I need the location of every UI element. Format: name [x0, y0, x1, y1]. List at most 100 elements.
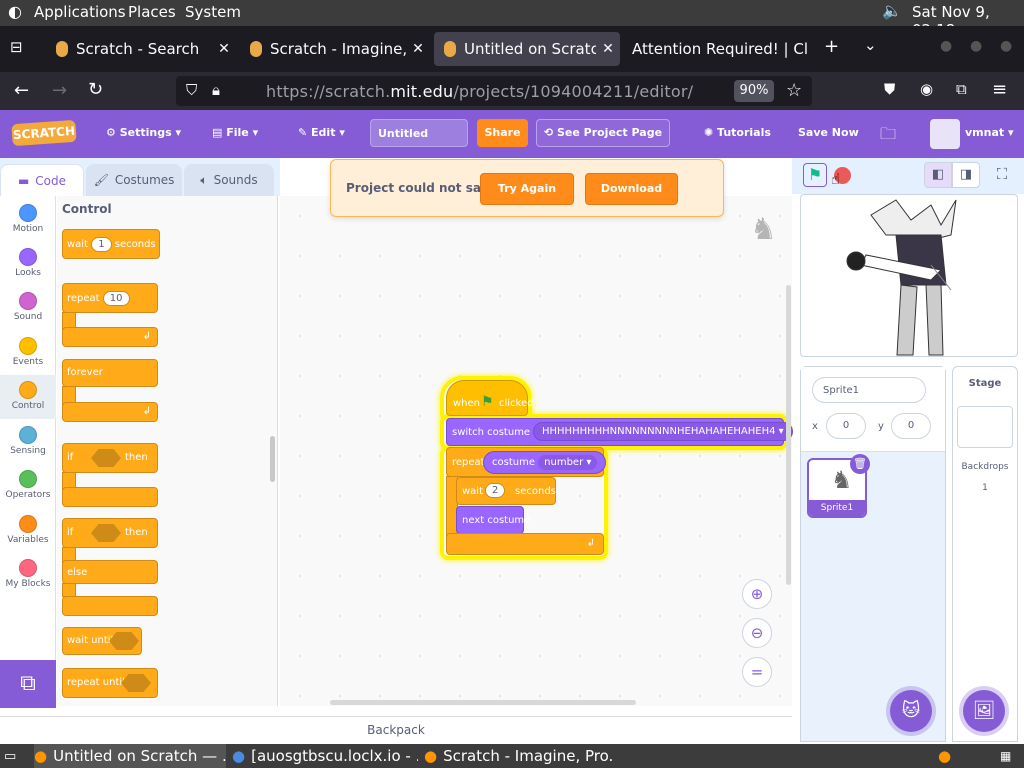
zoom-reset-button[interactable]: = [742, 657, 772, 687]
distro-logo-icon[interactable]: ◐ [8, 2, 22, 21]
save-now-button[interactable]: Save Now [798, 126, 859, 139]
reload-icon[interactable]: ↻ [88, 79, 103, 100]
tab-code[interactable]: ▬ Code [0, 164, 84, 196]
see-project-page-button[interactable]: ⟲ See Project Page [536, 119, 670, 147]
if-then-block[interactable]: if then [62, 443, 158, 473]
choose-backdrop-button[interactable]: 🖼︎ [963, 690, 1005, 732]
tab-list-chevron-icon[interactable]: ⌄ [864, 36, 877, 54]
volume-icon[interactable]: 🔈 [882, 1, 902, 20]
wait-until-block[interactable]: wait until [62, 627, 142, 655]
category-motion[interactable]: Motion [0, 198, 56, 242]
wait-seconds-block[interactable]: wait 2 seconds [456, 477, 556, 505]
close-window-icon[interactable]: ● [1000, 38, 1012, 54]
project-title-input[interactable]: Untitled [370, 119, 468, 147]
browser-tab[interactable]: Attention Required! | Cl [622, 32, 812, 66]
next-costume-block[interactable]: next costume [456, 506, 530, 534]
add-extension-button[interactable]: ⧉ [0, 660, 56, 708]
avatar[interactable] [930, 119, 960, 149]
choose-sprite-button[interactable]: 🐱︎ [890, 690, 932, 732]
settings-menu[interactable]: ⚙ Settings ▾ [106, 126, 181, 139]
share-button[interactable]: Share [477, 119, 528, 147]
taskbar-item[interactable]: ● [auosgtbscu.loclx.io - ... [232, 744, 418, 768]
firefox-tray-icon[interactable]: ● [938, 744, 958, 768]
account-icon[interactable]: ◉ [920, 80, 933, 98]
account-menu[interactable]: vmnat ▾ [965, 126, 1014, 139]
tab-sounds[interactable]: 🔈︎ Sounds [184, 164, 274, 196]
wait-seconds-block[interactable]: wait 1 seconds [62, 229, 160, 259]
shield-icon[interactable]: ⛉ [186, 81, 197, 99]
back-icon[interactable]: ← [14, 80, 29, 101]
boolean-slot[interactable] [91, 524, 121, 542]
stage-canvas[interactable] [800, 194, 1018, 357]
category-events[interactable]: Events [0, 331, 56, 375]
my-stuff-folder-icon[interactable]: 🗀 [880, 123, 896, 150]
sprite-name-input[interactable]: Sprite1 [812, 377, 926, 403]
category-sensing[interactable]: Sensing [0, 420, 56, 464]
edit-menu[interactable]: ✎ Edit ▾ [298, 126, 345, 139]
reporter-field-dropdown[interactable]: number ▾ [538, 455, 598, 470]
workspace-vertical-scrollbar[interactable] [786, 285, 791, 585]
file-menu[interactable]: ▤ File ▾ [212, 126, 258, 139]
repeat-block[interactable]: repeat costume number ▾ [446, 447, 607, 477]
url-text[interactable]: https://scratch.mit.edu/projects/1094004… [266, 82, 693, 101]
browser-tab-active[interactable]: Untitled on Scratch ✕ [434, 32, 620, 66]
block-input[interactable]: 1 [91, 237, 112, 252]
pocket-icon[interactable]: ⛊ [884, 80, 895, 98]
minimize-window-icon[interactable]: ● [940, 38, 952, 54]
boolean-slot[interactable] [91, 449, 121, 467]
palette-scrollbar[interactable] [270, 436, 275, 482]
browser-tab[interactable]: Scratch - Imagine, Pr ✕ [240, 32, 430, 66]
close-tab-icon[interactable]: ✕ [406, 41, 430, 57]
maximize-window-icon[interactable]: ● [970, 38, 982, 54]
places-menu[interactable]: Places [128, 3, 176, 21]
if-else-block[interactable]: if then [62, 518, 158, 548]
delete-sprite-button[interactable]: 🗑︎ [850, 454, 870, 474]
bookmark-star-icon[interactable]: ☆ [786, 80, 802, 101]
backdrop-thumbnail[interactable] [957, 406, 1013, 448]
browser-tab[interactable]: Scratch - Search ✕ [46, 32, 236, 66]
boolean-slot[interactable] [109, 632, 139, 650]
try-again-button[interactable]: Try Again [480, 173, 574, 205]
category-operators[interactable]: Operators [0, 464, 56, 508]
workspace-horizontal-scrollbar[interactable] [330, 700, 636, 705]
category-my-blocks[interactable]: My Blocks [0, 553, 56, 597]
close-tab-icon[interactable]: ✕ [212, 41, 236, 57]
download-button[interactable]: Download [585, 173, 678, 205]
zoom-in-button[interactable]: ⊕ [742, 579, 772, 609]
large-stage-button[interactable]: ◨ [952, 162, 980, 188]
x-position-input[interactable]: 0 [826, 413, 866, 439]
category-sound[interactable]: Sound [0, 286, 56, 330]
applications-menu[interactable]: Applications [34, 3, 126, 21]
boolean-slot[interactable] [121, 674, 151, 692]
tutorials-button[interactable]: ✺ Tutorials [704, 126, 771, 139]
hamburger-menu-icon[interactable]: ≡ [992, 79, 1007, 100]
lock-icon[interactable]: 🔒︎ [212, 81, 220, 99]
new-tab-icon[interactable]: + [824, 36, 839, 57]
zoom-out-button[interactable]: ⊖ [742, 618, 772, 648]
backpack-bar[interactable]: Backpack [0, 716, 792, 744]
workspace-switcher-icon[interactable]: ▦ [1000, 744, 1020, 768]
costume-number-reporter[interactable]: costume number ▾ [483, 451, 607, 474]
taskbar-item[interactable]: ● Untitled on Scratch — ... [34, 744, 226, 768]
repeat-block[interactable]: repeat 10 [62, 283, 158, 313]
system-menu[interactable]: System [185, 3, 241, 21]
fullscreen-button[interactable]: ⛶ [988, 162, 1016, 188]
scratch-logo[interactable]: SCRATCH [11, 119, 77, 147]
repeat-until-block[interactable]: repeat until [62, 668, 158, 698]
block-input[interactable]: 2 [485, 483, 506, 498]
y-position-input[interactable]: 0 [891, 413, 931, 439]
tab-costumes[interactable]: 🖌︎ Costumes [86, 164, 182, 196]
green-flag-button[interactable]: ⚑ [803, 163, 827, 187]
block-input[interactable]: 10 [102, 291, 130, 306]
forward-icon[interactable]: → [52, 80, 67, 101]
switch-costume-block[interactable]: switch costume to HHHHHHHHHNNNNNNNNNHEHA… [446, 418, 793, 446]
show-desktop-icon[interactable]: ▭ [4, 744, 24, 768]
tab-overview-icon[interactable]: ⊟ [10, 38, 23, 56]
when-flag-clicked-block[interactable]: when ⚑ clicked [446, 380, 534, 416]
category-variables[interactable]: Variables [0, 509, 56, 553]
small-stage-button[interactable]: ◧ [924, 162, 952, 188]
category-looks[interactable]: Looks [0, 242, 56, 286]
costume-dropdown[interactable]: HHHHHHHHHNNNNNNNNNHEHAHAHEHAHEH4 ▾ [533, 422, 793, 441]
close-tab-icon[interactable]: ✕ [596, 41, 620, 57]
extensions-icon[interactable]: ⧉ [956, 80, 967, 98]
